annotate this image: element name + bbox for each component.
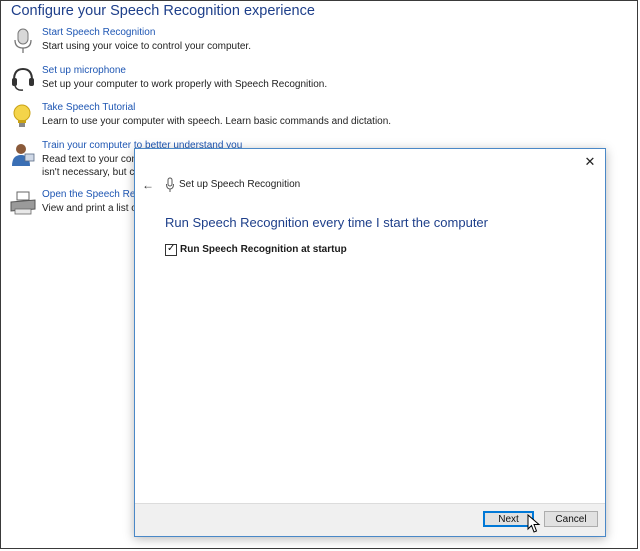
page-title: Configure your Speech Recognition experi… bbox=[11, 3, 315, 19]
task-description: Start using your voice to control your c… bbox=[42, 41, 251, 52]
dialog-title: Set up Speech Recognition bbox=[179, 179, 301, 190]
lightbulb-icon bbox=[13, 104, 31, 127]
setup-dialog: ✕ ← Set up Speech Recognition Run Speech… bbox=[134, 148, 606, 537]
link-open-speech-reference[interactable]: Open the Speech Refer bbox=[42, 189, 147, 200]
startup-checkbox[interactable]: ✓ bbox=[165, 243, 177, 256]
headset-icon bbox=[12, 67, 34, 91]
person-icon bbox=[12, 144, 35, 166]
task-description: View and print a list of bbox=[42, 203, 140, 214]
checkmark-icon: ✓ bbox=[167, 243, 176, 254]
microphone-icon bbox=[166, 177, 174, 192]
task-description-line-1: Read text to your comp bbox=[42, 154, 146, 165]
back-arrow-icon[interactable]: ← bbox=[140, 177, 156, 193]
link-set-up-microphone[interactable]: Set up microphone bbox=[42, 65, 126, 76]
dialog-heading: Run Speech Recognition every time I star… bbox=[165, 215, 488, 230]
task-description: Learn to use your computer with speech. … bbox=[42, 116, 392, 127]
task-description: Set up your computer to work properly wi… bbox=[42, 79, 328, 90]
link-take-speech-tutorial[interactable]: Take Speech Tutorial bbox=[42, 102, 135, 113]
mouse-cursor-icon bbox=[527, 514, 541, 533]
link-start-speech-recognition[interactable]: Start Speech Recognition bbox=[42, 27, 155, 38]
startup-checkbox-label[interactable]: Run Speech Recognition at startup bbox=[180, 244, 347, 255]
microphone-icon bbox=[14, 28, 32, 53]
cancel-button[interactable]: Cancel bbox=[544, 511, 598, 527]
close-icon[interactable]: ✕ bbox=[581, 153, 599, 171]
printer-icon bbox=[10, 191, 36, 215]
task-description-line-2: isn't necessary, but can bbox=[42, 167, 146, 178]
